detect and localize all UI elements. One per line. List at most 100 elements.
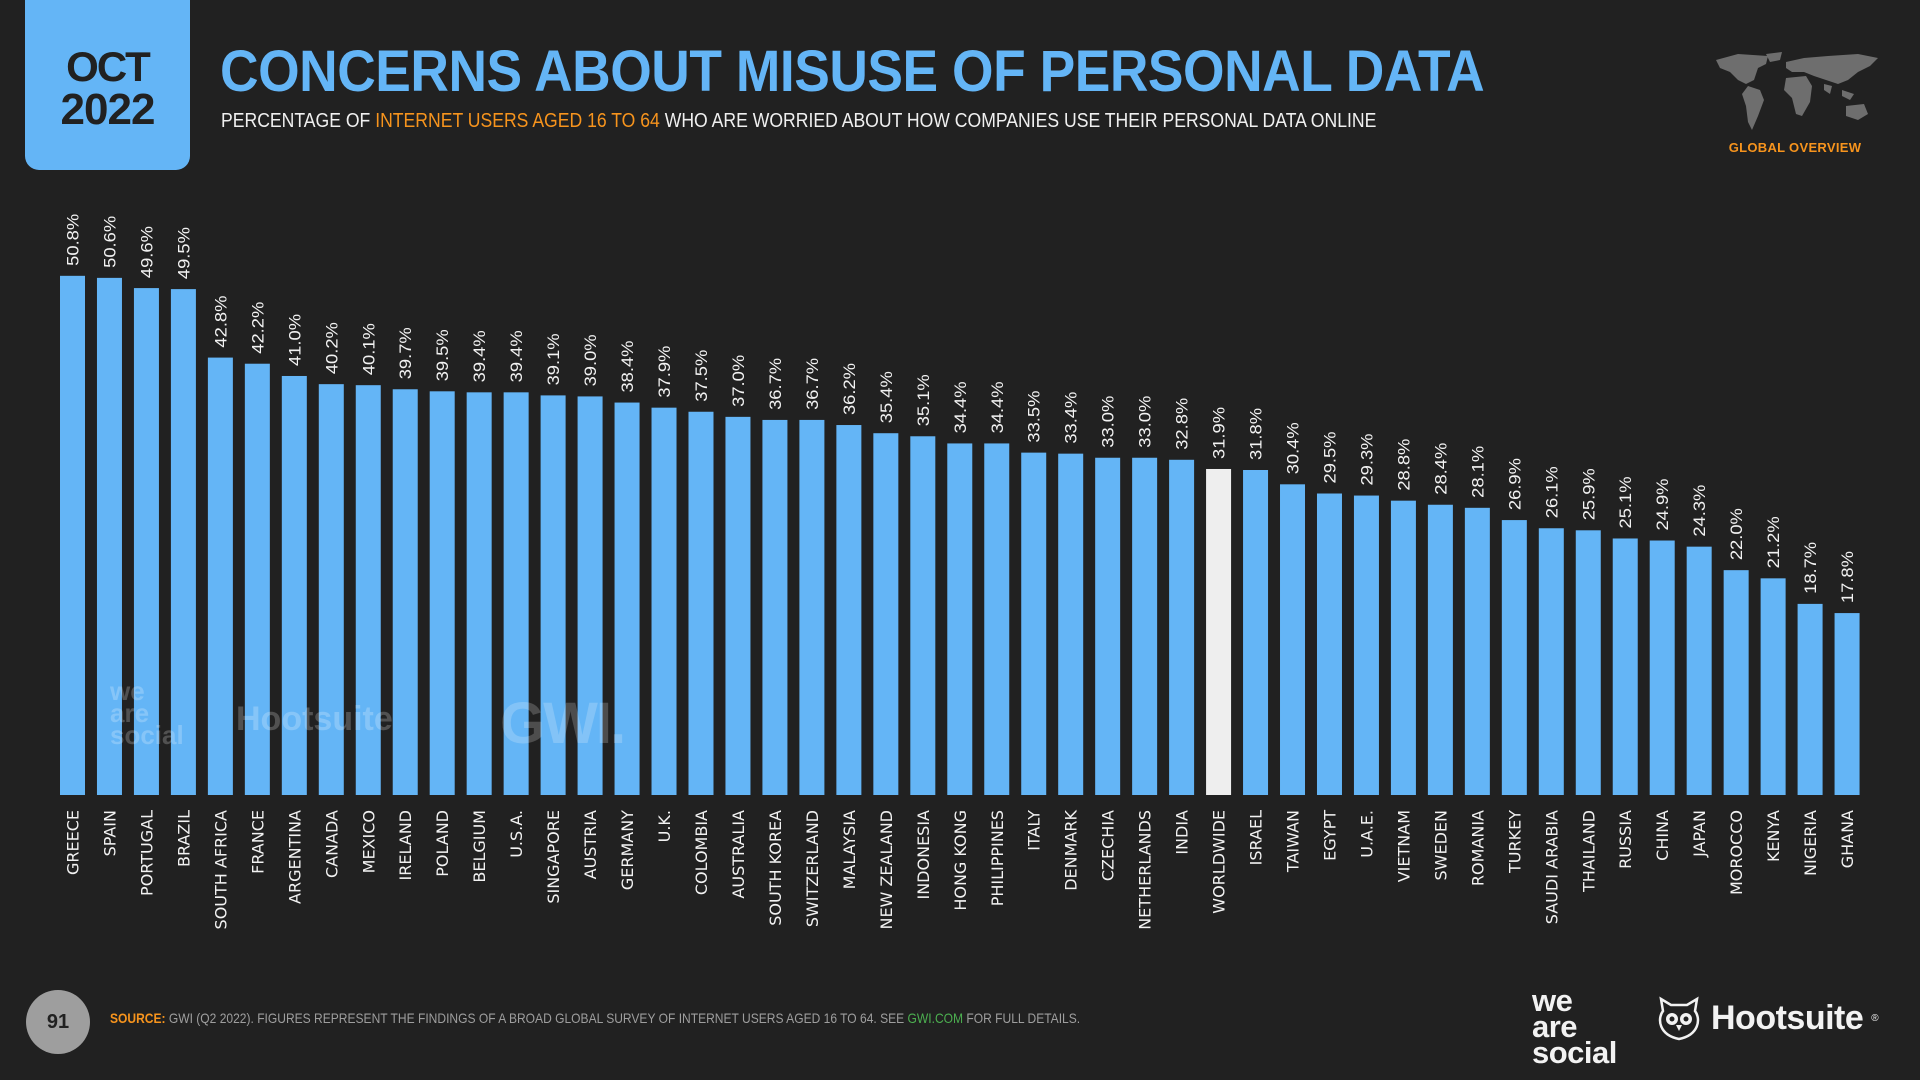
value-label: 34.4% (951, 381, 970, 433)
value-label: 17.8% (1838, 551, 1857, 603)
value-label: 28.1% (1468, 446, 1487, 498)
bar-china (1649, 540, 1675, 795)
category-label: PORTUGAL (137, 810, 156, 896)
bar-portugal (133, 288, 159, 795)
bar-mexico (355, 385, 381, 795)
value-label: 28.4% (1431, 443, 1450, 495)
category-label: GREECE (64, 810, 83, 875)
category-label: CZECHIA (1099, 810, 1118, 881)
value-label: 38.4% (618, 341, 637, 393)
bar-czechia (1095, 457, 1121, 795)
bar-australia (725, 416, 751, 795)
bar-switzerland (799, 419, 825, 795)
value-label: 35.4% (877, 371, 896, 423)
value-label: 26.1% (1542, 466, 1561, 518)
category-label: RUSSIA (1616, 810, 1635, 869)
value-label: 24.3% (1690, 485, 1709, 537)
value-label: 21.2% (1764, 516, 1783, 568)
bar-argentina (281, 375, 307, 795)
logo-line: social (1532, 1035, 1617, 1070)
value-label: 32.8% (1173, 398, 1192, 450)
bar-turkey (1501, 520, 1527, 795)
category-label: PHILIPPINES (988, 810, 1007, 906)
value-label: 18.7% (1801, 542, 1820, 594)
bar-new-zealand (873, 433, 899, 795)
category-label: ROMANIA (1468, 810, 1487, 886)
bar-italy (1021, 452, 1047, 795)
value-label: 39.4% (507, 330, 526, 382)
category-label: SWEDEN (1431, 810, 1450, 880)
registered-mark: ® (1871, 1012, 1879, 1024)
bar-taiwan (1280, 484, 1306, 795)
bar-poland (429, 391, 455, 795)
value-label: 50.6% (100, 216, 119, 268)
category-label: MOROCCO (1727, 810, 1746, 895)
category-label: DENMARK (1062, 810, 1081, 891)
bar-greece (60, 275, 85, 796)
bar-south-africa (207, 357, 233, 795)
bar-kenya (1760, 578, 1786, 795)
category-label: NEW ZEALAND (877, 810, 896, 930)
value-label: 31.8% (1247, 408, 1266, 460)
value-label: 37.9% (655, 346, 674, 398)
bar-ghana (1834, 613, 1860, 795)
category-label: CANADA (322, 810, 341, 878)
value-label: 33.0% (1099, 396, 1118, 448)
bar-hong-kong (947, 443, 973, 795)
bar-south-korea (762, 419, 788, 795)
value-label: 40.2% (322, 322, 341, 374)
bar-indonesia (910, 436, 936, 795)
category-label: WORLDWIDE (1210, 810, 1229, 914)
category-label: COLOMBIA (692, 810, 711, 895)
category-label: POLAND (433, 810, 452, 877)
hootsuite-logo: Hootsuite ® (1655, 995, 1879, 1041)
bar-colombia (688, 411, 714, 795)
category-label: ARGENTINA (285, 810, 304, 904)
source-post: FOR FULL DETAILS. (963, 1010, 1081, 1026)
owl-icon (1658, 996, 1700, 1041)
category-label: ITALY (1025, 810, 1044, 851)
bar-sweden (1427, 504, 1453, 795)
source-note: SOURCE: GWI (Q2 2022). FIGURES REPRESENT… (110, 1010, 1080, 1026)
value-label: 41.0% (285, 314, 304, 366)
source-link[interactable]: GWI.COM (908, 1010, 964, 1026)
category-label: MEXICO (359, 810, 378, 873)
hootsuite-wordmark: Hootsuite (1711, 998, 1864, 1037)
source-label: SOURCE: (110, 1010, 166, 1026)
bar-singapore (540, 395, 566, 795)
category-labels-group: GREECE SPAIN PORTUGAL BRAZIL SOUTH AFRICA FRA… (64, 810, 1858, 930)
value-label: 29.3% (1357, 434, 1376, 486)
value-label: 26.9% (1505, 458, 1524, 510)
value-label: 31.9% (1210, 407, 1229, 459)
category-label: AUSTRALIA (729, 810, 748, 899)
bar-india (1169, 459, 1195, 795)
category-label: AUSTRIA (581, 810, 600, 879)
bar-denmark (1058, 453, 1084, 795)
bar-thailand (1575, 530, 1601, 795)
bar-romania (1464, 507, 1490, 795)
category-label: NETHERLANDS (1136, 810, 1155, 930)
value-label: 25.1% (1616, 476, 1635, 528)
category-label: SOUTH KOREA (766, 810, 785, 926)
value-label: 36.7% (803, 358, 822, 410)
bar-egypt (1316, 493, 1342, 795)
value-label: 33.0% (1136, 396, 1155, 448)
value-label: 49.5% (174, 227, 193, 279)
category-label: JAPAN (1690, 810, 1709, 858)
bar-philippines (984, 443, 1010, 795)
bar-morocco (1723, 570, 1749, 795)
value-label: 37.0% (729, 355, 748, 407)
category-label: MALAYSIA (840, 810, 859, 889)
category-label: SINGAPORE (544, 810, 563, 904)
bar-u-s-a (503, 392, 529, 795)
value-label: 29.5% (1320, 432, 1339, 484)
category-label: INDIA (1173, 810, 1192, 855)
bar-canada (318, 384, 344, 795)
category-label: TAIWAN (1284, 810, 1303, 873)
value-label: 22.0% (1727, 508, 1746, 560)
bar-netherlands (1132, 457, 1158, 795)
value-label: 39.5% (433, 329, 452, 381)
value-label: 33.5% (1025, 391, 1044, 443)
category-label: U.K. (655, 810, 674, 842)
value-label: 25.9% (1579, 468, 1598, 520)
